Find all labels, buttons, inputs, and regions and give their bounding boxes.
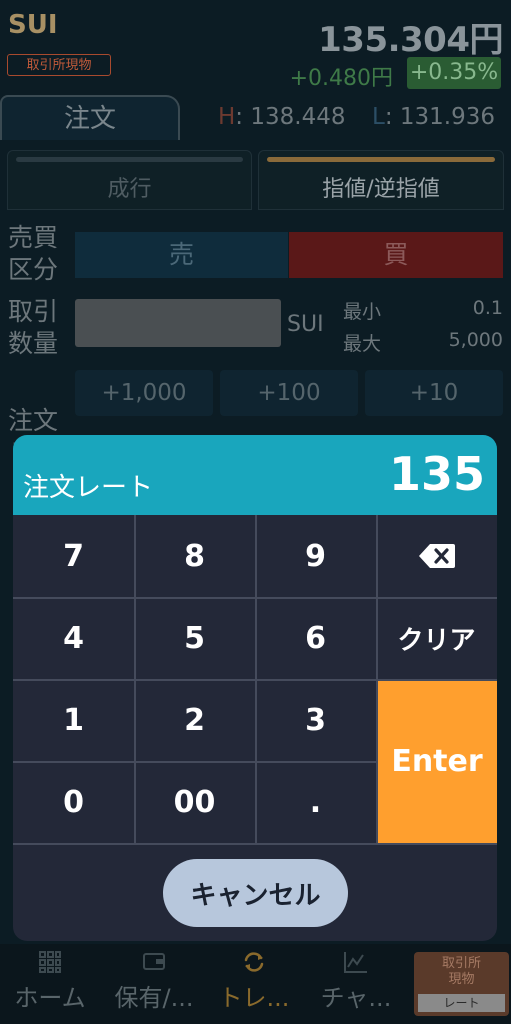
tab-order[interactable]: 注文 xyxy=(0,95,180,140)
nav-trade[interactable]: トレ... xyxy=(204,944,304,1024)
step-10-button[interactable]: +10 xyxy=(365,370,503,416)
step-100-button[interactable]: +100 xyxy=(220,370,358,416)
mode-limit[interactable]: 指値/逆指値 xyxy=(258,150,504,210)
refresh-icon xyxy=(204,950,304,976)
min-label: 最小 xyxy=(343,301,382,323)
quantity-unit: SUI xyxy=(287,312,324,337)
key-2[interactable]: 2 xyxy=(134,679,255,761)
mode-market[interactable]: 成行 xyxy=(7,150,252,210)
key-decimal[interactable]: . xyxy=(255,761,376,843)
clear-button[interactable]: クリア xyxy=(376,597,497,679)
key-00[interactable]: 00 xyxy=(134,761,255,843)
rate-keypad-dialog: 注文レート 135 7 8 9 4 5 6 クリア 1 2 3 0 00 . E… xyxy=(13,435,497,941)
keypad-value: 135 xyxy=(388,447,485,501)
keypad-header: 注文レート 135 xyxy=(13,435,497,515)
max-label: 最大 xyxy=(343,333,382,355)
backspace-button[interactable] xyxy=(376,515,497,597)
cancel-button[interactable]: キャンセル xyxy=(163,859,348,927)
key-divider xyxy=(13,597,497,599)
wallet-icon xyxy=(104,950,204,976)
key-9[interactable]: 9 xyxy=(255,515,376,597)
key-1[interactable]: 1 xyxy=(13,679,134,761)
key-0[interactable]: 0 xyxy=(13,761,134,843)
price-change: +0.480円 xyxy=(289,66,393,91)
symbol: SUI xyxy=(8,10,58,40)
current-price: 135.304円 xyxy=(318,20,503,60)
price-change-pct: +0.35% xyxy=(407,57,501,89)
buy-button[interactable]: 買 xyxy=(289,232,503,278)
market-switch-panel[interactable]: 取引所 現物 レート xyxy=(414,952,509,1016)
quantity-input[interactable] xyxy=(75,299,281,347)
keypad-title: 注文レート xyxy=(23,473,154,503)
max-value: 5,000 xyxy=(448,329,503,351)
market-badge: 取引所現物 xyxy=(7,54,111,76)
step-1000-button[interactable]: +1,000 xyxy=(75,370,213,416)
min-value: 0.1 xyxy=(472,297,503,319)
enter-button[interactable]: Enter xyxy=(377,680,497,843)
key-7[interactable]: 7 xyxy=(13,515,134,597)
key-5[interactable]: 5 xyxy=(134,597,255,679)
grid-icon xyxy=(0,950,100,976)
low-price: L: 131.936 xyxy=(372,104,495,130)
key-divider xyxy=(13,679,497,681)
nav-holdings[interactable]: 保有/... xyxy=(104,944,204,1024)
backspace-icon xyxy=(418,544,455,568)
key-6[interactable]: 6 xyxy=(255,597,376,679)
bottom-nav: ホーム 保有/... トレ... チャ... 取引所 現物 レート xyxy=(0,944,511,1024)
key-divider xyxy=(13,843,497,845)
key-divider xyxy=(13,761,377,763)
key-3[interactable]: 3 xyxy=(255,679,376,761)
nav-home[interactable]: ホーム xyxy=(0,944,100,1024)
key-8[interactable]: 8 xyxy=(134,515,255,597)
high-price: H: 138.448 xyxy=(218,104,346,130)
sell-button[interactable]: 売 xyxy=(75,232,288,278)
key-4[interactable]: 4 xyxy=(13,597,134,679)
nav-chart[interactable]: チャ... xyxy=(306,944,406,1024)
chart-icon xyxy=(306,950,406,976)
quantity-label: 取引 数量 xyxy=(8,297,59,358)
side-label: 売買 区分 xyxy=(8,223,59,284)
rate-label: レート xyxy=(418,994,505,1012)
